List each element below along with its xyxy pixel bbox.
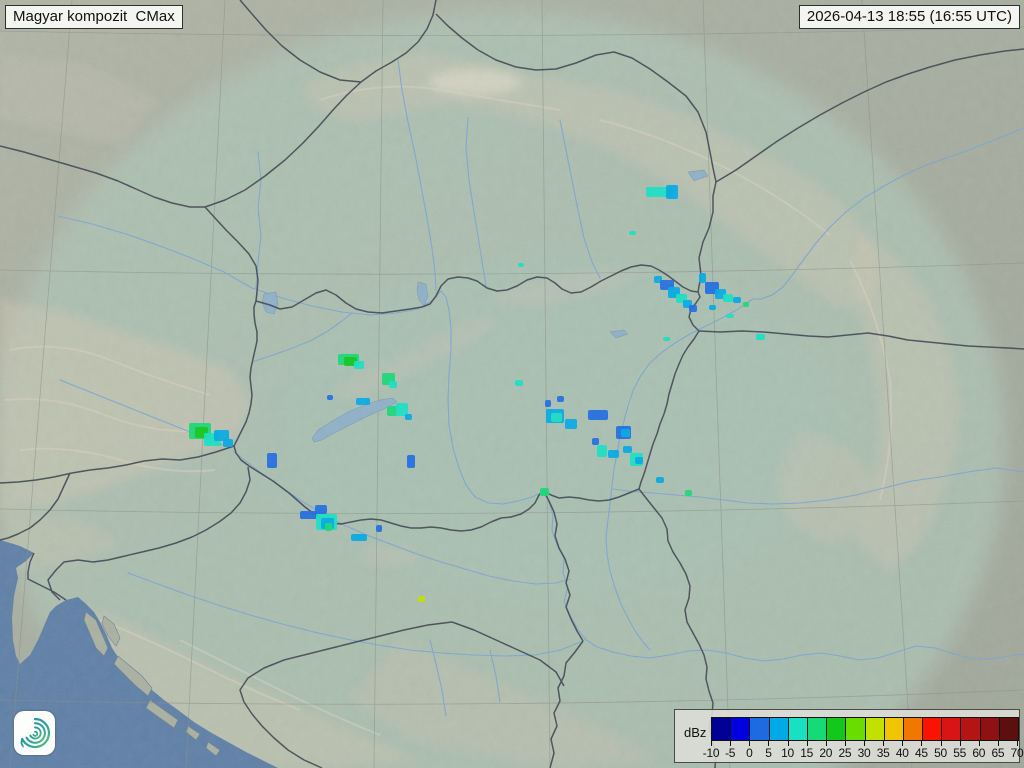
legend-axis: -10-50510152025303540455055606570 [711,739,1017,763]
grain-overlay [0,0,1024,768]
legend-color-cell [750,718,769,740]
legend-colorbar [711,717,1019,741]
legend-color-cell [846,718,865,740]
legend-color-cell [866,718,885,740]
legend-color-cell [904,718,923,740]
legend-color-cell [770,718,789,740]
product-label: Magyar kompozit CMax [5,5,183,29]
map-canvas [0,0,1024,768]
legend-color-cell [808,718,827,740]
legend-color-cell [731,718,750,740]
legend-color-cell [885,718,904,740]
legend-color-cell [789,718,808,740]
legend-color-cell [981,718,1000,740]
dbz-legend-panel: dBz -10-50510152025303540455055606570 [674,709,1020,763]
legend-color-cell [942,718,961,740]
legend-color-cell [712,718,731,740]
spiral-logo-icon [18,716,52,750]
legend-unit-label: dBz [684,725,706,740]
weather-service-logo [14,711,55,755]
legend-tick-label: 70 [1002,746,1024,760]
radar-product-screen: Magyar kompozit CMax 2026-04-13 18:55 (1… [0,0,1024,768]
legend-color-cell [1000,718,1018,740]
timestamp-label: 2026-04-13 18:55 (16:55 UTC) [799,5,1020,29]
legend-color-cell [923,718,942,740]
legend-color-cell [827,718,846,740]
legend-color-cell [961,718,980,740]
